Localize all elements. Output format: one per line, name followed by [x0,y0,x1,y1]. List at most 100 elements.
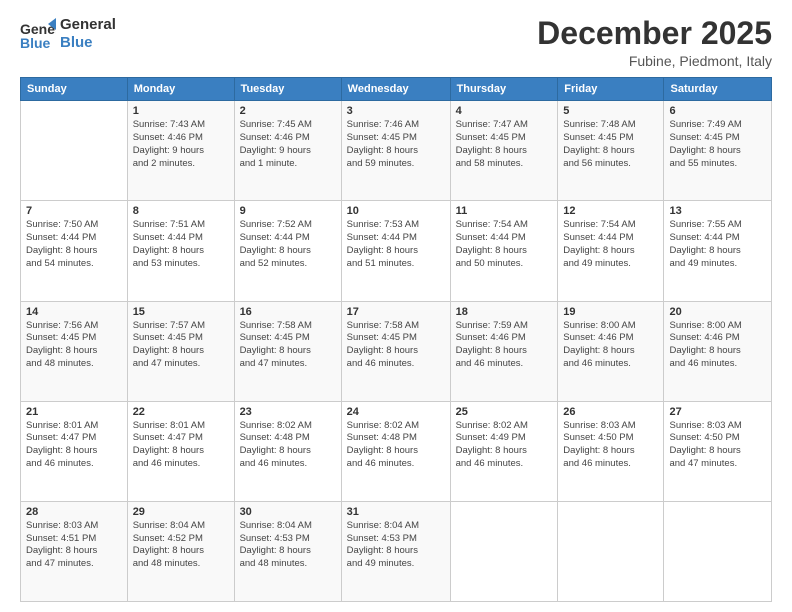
cal-cell: 22Sunrise: 8:01 AMSunset: 4:47 PMDayligh… [127,401,234,501]
day-number: 27 [669,406,766,418]
cal-cell: 30 Sunrise: 8:04 AMSunset: 4:53 PMDayligh… [234,501,341,601]
day-number: 11 [456,205,553,217]
day-info: Sunrise: 7:54 AMSunset: 4:44 PMDaylight:… [563,219,658,270]
day-number: 9 [240,205,336,217]
dow-header-monday: Monday [127,78,234,101]
day-info: Sunrise: 8:02 AMSunset: 4:48 PMDaylight:… [240,420,336,471]
calendar: SundayMondayTuesdayWednesdayThursdayFrid… [20,77,772,602]
dow-header-friday: Friday [558,78,664,101]
day-number: 6 [669,105,766,117]
day-number: 5 [563,105,658,117]
day-info: Sunrise: 7:53 AMSunset: 4:44 PMDaylight:… [347,219,445,270]
day-info: Sunrise: 7:51 AMSunset: 4:44 PMDaylight:… [133,219,229,270]
cal-cell: 2Sunrise: 7:45 AMSunset: 4:46 PMDaylight… [234,101,341,201]
cal-cell: 10 Sunrise: 7:53 AMSunset: 4:44 PMDayligh… [341,201,450,301]
day-number: 18 [456,306,553,318]
month-title: December 2025 [537,16,772,51]
day-number: 3 [347,105,445,117]
day-info: Sunrise: 7:58 AMSunset: 4:45 PMDaylight:… [240,320,336,371]
day-info: Sunrise: 8:04 AMSunset: 4:53 PMDaylight:… [240,520,336,571]
day-info: Sunrise: 7:43 AMSunset: 4:46 PMDaylight:… [133,119,229,170]
cal-cell: 12Sunrise: 7:54 AMSunset: 4:44 PMDayligh… [558,201,664,301]
logo-line2: Blue [60,34,116,52]
cal-cell: 11 Sunrise: 7:54 AMSunset: 4:44 PMDayligh… [450,201,558,301]
day-number: 16 [240,306,336,318]
cal-cell: 28Sunrise: 8:03 AMSunset: 4:51 PMDayligh… [21,501,128,601]
svg-text:Blue: Blue [20,35,51,51]
day-number: 1 [133,105,229,117]
day-info: Sunrise: 7:54 AMSunset: 4:44 PMDaylight:… [456,219,553,270]
day-number: 25 [456,406,553,418]
days-of-week-row: SundayMondayTuesdayWednesdayThursdayFrid… [21,78,772,101]
logo-line1: General [60,16,116,34]
day-number: 13 [669,205,766,217]
cal-cell: 26 Sunrise: 8:03 AMSunset: 4:50 PMDayligh… [558,401,664,501]
cal-cell: 9 Sunrise: 7:52 AMSunset: 4:44 PMDaylight… [234,201,341,301]
cal-cell [450,501,558,601]
day-number: 24 [347,406,445,418]
day-info: Sunrise: 7:59 AMSunset: 4:46 PMDaylight:… [456,320,553,371]
day-info: Sunrise: 7:49 AMSunset: 4:45 PMDaylight:… [669,119,766,170]
cal-cell: 17 Sunrise: 7:58 AMSunset: 4:45 PMDayligh… [341,301,450,401]
day-number: 17 [347,306,445,318]
week-row-2: 7 Sunrise: 7:50 AMSunset: 4:44 PMDaylight… [21,201,772,301]
cal-cell [558,501,664,601]
cal-cell: 25 Sunrise: 8:02 AMSunset: 4:49 PMDayligh… [450,401,558,501]
cal-cell: 23 Sunrise: 8:02 AMSunset: 4:48 PMDayligh… [234,401,341,501]
day-info: Sunrise: 8:03 AMSunset: 4:51 PMDaylight:… [26,520,122,571]
day-number: 23 [240,406,336,418]
week-row-5: 28Sunrise: 8:03 AMSunset: 4:51 PMDayligh… [21,501,772,601]
cal-cell: 1 Sunrise: 7:43 AMSunset: 4:46 PMDaylight… [127,101,234,201]
day-number: 22 [133,406,229,418]
day-info: Sunrise: 8:04 AMSunset: 4:53 PMDaylight:… [347,520,445,571]
week-row-1: 1 Sunrise: 7:43 AMSunset: 4:46 PMDaylight… [21,101,772,201]
calendar-body: 1 Sunrise: 7:43 AMSunset: 4:46 PMDaylight… [21,101,772,602]
day-info: Sunrise: 7:47 AMSunset: 4:45 PMDaylight:… [456,119,553,170]
day-number: 10 [347,205,445,217]
cal-cell: 4 Sunrise: 7:47 AMSunset: 4:45 PMDaylight… [450,101,558,201]
day-info: Sunrise: 7:50 AMSunset: 4:44 PMDaylight:… [26,219,122,270]
cal-cell: 7 Sunrise: 7:50 AMSunset: 4:44 PMDaylight… [21,201,128,301]
day-number: 15 [133,306,229,318]
cal-cell [21,101,128,201]
day-number: 7 [26,205,122,217]
logo-icon: General Blue [20,16,56,52]
day-info: Sunrise: 8:03 AMSunset: 4:50 PMDaylight:… [563,420,658,471]
page: General Blue General Blue December 2025 … [0,0,792,612]
cal-cell: 8Sunrise: 7:51 AMSunset: 4:44 PMDaylight… [127,201,234,301]
header: General Blue General Blue December 2025 … [20,16,772,69]
location: Fubine, Piedmont, Italy [537,53,772,69]
day-number: 19 [563,306,658,318]
title-block: December 2025 Fubine, Piedmont, Italy [537,16,772,69]
day-info: Sunrise: 8:04 AMSunset: 4:52 PMDaylight:… [133,520,229,571]
cal-cell: 3 Sunrise: 7:46 AMSunset: 4:45 PMDaylight… [341,101,450,201]
dow-header-saturday: Saturday [664,78,772,101]
cal-cell: 21 Sunrise: 8:01 AMSunset: 4:47 PMDayligh… [21,401,128,501]
cal-cell: 24 Sunrise: 8:02 AMSunset: 4:48 PMDayligh… [341,401,450,501]
dow-header-wednesday: Wednesday [341,78,450,101]
dow-header-tuesday: Tuesday [234,78,341,101]
day-info: Sunrise: 7:46 AMSunset: 4:45 PMDaylight:… [347,119,445,170]
day-number: 4 [456,105,553,117]
cal-cell: 16 Sunrise: 7:58 AMSunset: 4:45 PMDayligh… [234,301,341,401]
day-info: Sunrise: 8:02 AMSunset: 4:49 PMDaylight:… [456,420,553,471]
week-row-3: 14Sunrise: 7:56 AMSunset: 4:45 PMDayligh… [21,301,772,401]
dow-header-thursday: Thursday [450,78,558,101]
cal-cell: 20Sunrise: 8:00 AMSunset: 4:46 PMDayligh… [664,301,772,401]
day-number: 21 [26,406,122,418]
day-number: 30 [240,506,336,518]
day-info: Sunrise: 7:52 AMSunset: 4:44 PMDaylight:… [240,219,336,270]
week-row-4: 21 Sunrise: 8:01 AMSunset: 4:47 PMDayligh… [21,401,772,501]
day-number: 26 [563,406,658,418]
day-info: Sunrise: 8:00 AMSunset: 4:46 PMDaylight:… [669,320,766,371]
cal-cell: 31Sunrise: 8:04 AMSunset: 4:53 PMDayligh… [341,501,450,601]
day-info: Sunrise: 7:57 AMSunset: 4:45 PMDaylight:… [133,320,229,371]
day-info: Sunrise: 8:01 AMSunset: 4:47 PMDaylight:… [26,420,122,471]
cal-cell: 19Sunrise: 8:00 AMSunset: 4:46 PMDayligh… [558,301,664,401]
cal-cell: 14Sunrise: 7:56 AMSunset: 4:45 PMDayligh… [21,301,128,401]
day-info: Sunrise: 7:45 AMSunset: 4:46 PMDaylight:… [240,119,336,170]
day-info: Sunrise: 7:58 AMSunset: 4:45 PMDaylight:… [347,320,445,371]
day-number: 29 [133,506,229,518]
day-info: Sunrise: 8:02 AMSunset: 4:48 PMDaylight:… [347,420,445,471]
cal-cell: 18 Sunrise: 7:59 AMSunset: 4:46 PMDayligh… [450,301,558,401]
